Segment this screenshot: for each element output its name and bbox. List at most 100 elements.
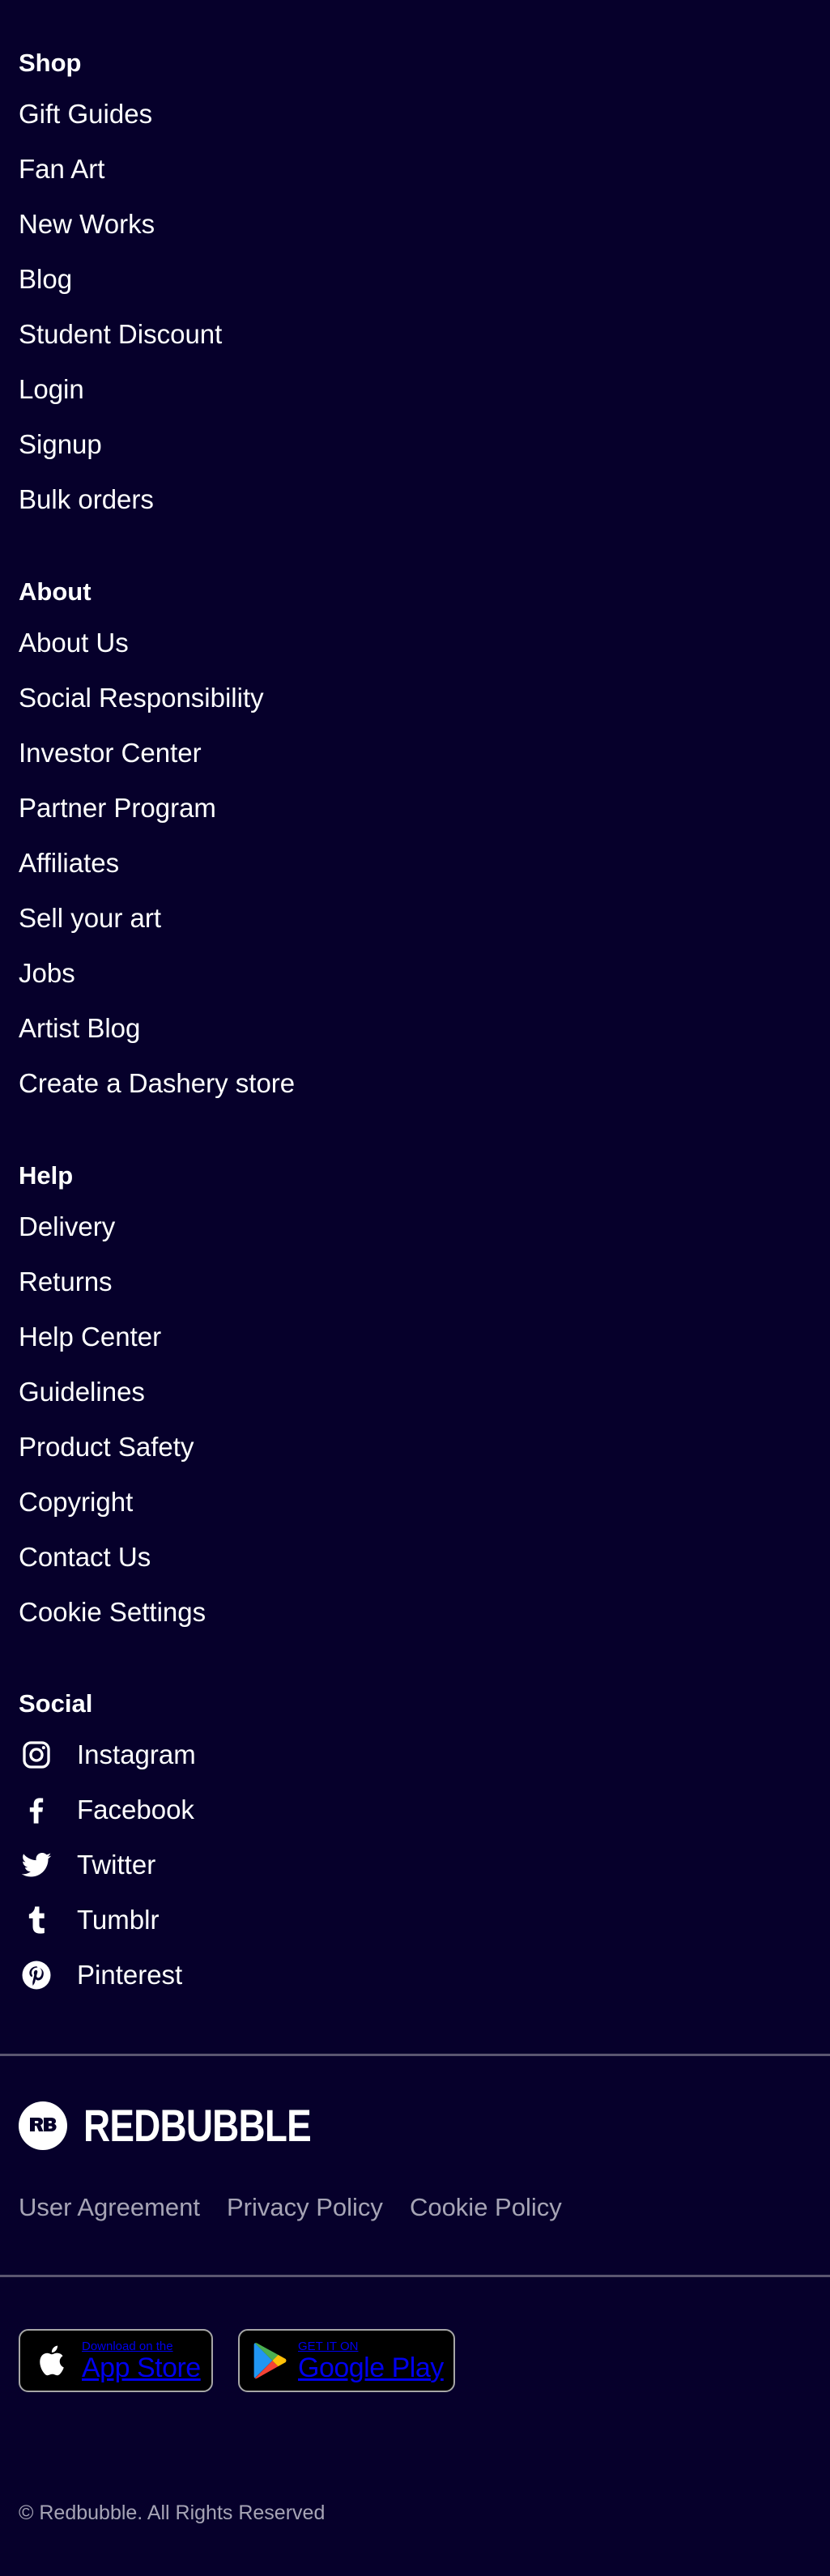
list-item: Sell your art xyxy=(19,891,295,946)
list-item: Pinterest xyxy=(19,1948,196,2003)
about-links: About Us Social Responsibility Investor … xyxy=(19,615,295,1111)
section-title-social: Social xyxy=(19,1689,93,1718)
list-item: Contact Us xyxy=(19,1530,206,1585)
shop-links: Gift Guides Fan Art New Works Blog Stude… xyxy=(19,87,222,527)
facebook-icon xyxy=(19,1792,54,1828)
list-item: Affiliates xyxy=(19,836,295,891)
social-links: Instagram Facebook Twitter Tumblr Pinter… xyxy=(19,1727,196,2003)
tumblr-icon xyxy=(19,1902,54,1938)
link-guidelines[interactable]: Guidelines xyxy=(19,1376,145,1408)
link-product-safety[interactable]: Product Safety xyxy=(19,1431,194,1463)
list-item: Social Responsibility xyxy=(19,671,295,726)
twitter-icon xyxy=(19,1847,54,1883)
link-partner-program[interactable]: Partner Program xyxy=(19,792,216,824)
list-item: Cookie Settings xyxy=(19,1585,206,1640)
link-delivery[interactable]: Delivery xyxy=(19,1211,115,1243)
link-jobs[interactable]: Jobs xyxy=(19,957,75,990)
link-new-works[interactable]: New Works xyxy=(19,208,155,241)
link-facebook[interactable]: Facebook xyxy=(19,1792,194,1828)
section-title-about: About xyxy=(19,577,92,606)
list-item: Returns xyxy=(19,1254,206,1309)
badge-text: Download on the App Store xyxy=(82,2340,201,2382)
link-create-dashery-store[interactable]: Create a Dashery store xyxy=(19,1067,295,1100)
google-play-icon xyxy=(253,2341,288,2380)
list-item: Signup xyxy=(19,417,222,472)
pinterest-icon xyxy=(19,1957,54,1993)
google-play-badge[interactable]: GET IT ON Google Play xyxy=(238,2329,455,2392)
legal-links: User Agreement Privacy Policy Cookie Pol… xyxy=(19,2191,589,2224)
list-item: About Us xyxy=(19,615,295,671)
about-section: About About Us Social Responsibility Inv… xyxy=(19,576,295,1111)
list-item: Partner Program xyxy=(19,781,295,836)
social-label: Tumblr xyxy=(77,1905,160,1935)
list-item: Student Discount xyxy=(19,307,222,362)
social-label: Pinterest xyxy=(77,1960,183,1990)
list-item: New Works xyxy=(19,197,222,252)
instagram-icon xyxy=(19,1737,54,1773)
link-fan-art[interactable]: Fan Art xyxy=(19,153,104,185)
list-item: Guidelines xyxy=(19,1365,206,1420)
shop-section: Shop Gift Guides Fan Art New Works Blog … xyxy=(19,47,222,527)
link-help-center[interactable]: Help Center xyxy=(19,1321,161,1353)
app-store-badge[interactable]: Download on the App Store xyxy=(19,2329,213,2392)
social-label: Facebook xyxy=(77,1795,194,1824)
link-artist-blog[interactable]: Artist Blog xyxy=(19,1012,140,1045)
list-item: Delivery xyxy=(19,1199,206,1254)
link-social-responsibility[interactable]: Social Responsibility xyxy=(19,682,264,714)
link-signup[interactable]: Signup xyxy=(19,428,102,461)
link-about-us[interactable]: About Us xyxy=(19,627,129,659)
link-blog[interactable]: Blog xyxy=(19,263,72,296)
link-login[interactable]: Login xyxy=(19,373,84,406)
footer-divider xyxy=(0,2054,830,2056)
list-item: Product Safety xyxy=(19,1420,206,1475)
link-investor-center[interactable]: Investor Center xyxy=(19,737,202,769)
list-item: Facebook xyxy=(19,1782,196,1837)
list-item: Help Center xyxy=(19,1309,206,1365)
link-cookie-settings[interactable]: Cookie Settings xyxy=(19,1596,206,1629)
link-instagram[interactable]: Instagram xyxy=(19,1737,196,1773)
list-item: Jobs xyxy=(19,946,295,1001)
social-label: Instagram xyxy=(77,1739,196,1769)
link-contact-us[interactable]: Contact Us xyxy=(19,1541,151,1573)
link-student-discount[interactable]: Student Discount xyxy=(19,318,222,351)
section-title-help: Help xyxy=(19,1161,74,1190)
redbubble-logo-icon xyxy=(19,2101,67,2150)
help-section: Help Delivery Returns Help Center Guidel… xyxy=(19,1160,206,1640)
list-item: Create a Dashery store xyxy=(19,1056,295,1111)
link-pinterest[interactable]: Pinterest xyxy=(19,1957,182,1993)
site-footer: Shop Gift Guides Fan Art New Works Blog … xyxy=(0,0,830,2576)
badge-small-text: Download on the xyxy=(82,2339,173,2353)
link-privacy-policy[interactable]: Privacy Policy xyxy=(227,2191,383,2224)
apple-icon xyxy=(36,2344,70,2378)
social-section: Social Instagram Facebook Twitter Tumblr… xyxy=(19,1688,196,2003)
link-cookie-policy[interactable]: Cookie Policy xyxy=(410,2191,562,2224)
badge-big-text: Google Play xyxy=(298,2352,444,2383)
redbubble-logo[interactable]: REDBUBBLE xyxy=(19,2101,361,2150)
link-gift-guides[interactable]: Gift Guides xyxy=(19,98,152,130)
list-item: Fan Art xyxy=(19,142,222,197)
copyright-text: © Redbubble. All Rights Reserved xyxy=(19,2501,326,2524)
list-item: Tumblr xyxy=(19,1893,196,1948)
list-item: Investor Center xyxy=(19,726,295,781)
link-sell-your-art[interactable]: Sell your art xyxy=(19,902,161,935)
list-item: Copyright xyxy=(19,1475,206,1530)
badge-small-text: GET IT ON xyxy=(298,2339,359,2353)
link-twitter[interactable]: Twitter xyxy=(19,1847,155,1883)
brand-name: REDBUBBLE xyxy=(83,2100,312,2151)
social-label: Twitter xyxy=(77,1850,156,1880)
link-affiliates[interactable]: Affiliates xyxy=(19,847,119,879)
list-item: Bulk orders xyxy=(19,472,222,527)
help-links: Delivery Returns Help Center Guidelines … xyxy=(19,1199,206,1640)
list-item: Gift Guides xyxy=(19,87,222,142)
list-item: Instagram xyxy=(19,1727,196,1782)
badge-text: GET IT ON Google Play xyxy=(298,2340,444,2382)
badge-big-text: App Store xyxy=(82,2352,201,2383)
link-returns[interactable]: Returns xyxy=(19,1266,113,1298)
list-item: Twitter xyxy=(19,1837,196,1893)
list-item: Login xyxy=(19,362,222,417)
link-tumblr[interactable]: Tumblr xyxy=(19,1902,159,1938)
link-bulk-orders[interactable]: Bulk orders xyxy=(19,483,154,516)
link-copyright[interactable]: Copyright xyxy=(19,1486,133,1518)
footer-divider xyxy=(0,2275,830,2277)
link-user-agreement[interactable]: User Agreement xyxy=(19,2191,200,2224)
